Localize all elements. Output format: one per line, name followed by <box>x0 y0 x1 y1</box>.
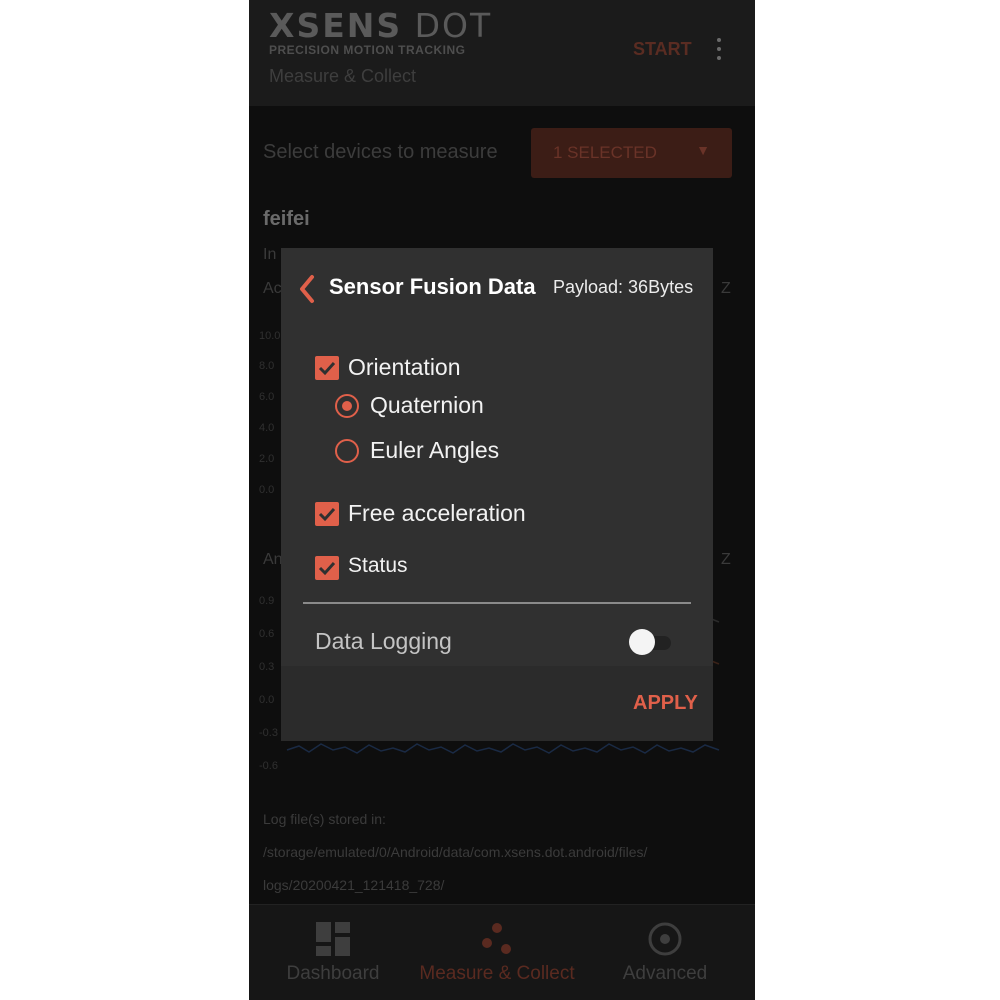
chart2-tick: 0.6 <box>259 628 275 640</box>
data-logging-label: Data Logging <box>315 628 452 654</box>
dialog-title: Sensor Fusion Data <box>329 274 536 299</box>
devices-dropdown[interactable]: 1 SELECTED ▼ <box>531 128 732 178</box>
chart2-title: An <box>263 551 283 568</box>
quaternion-radio[interactable] <box>335 394 359 418</box>
chart2-tick: 0.3 <box>259 661 275 673</box>
sensor-fusion-dialog: Sensor Fusion Data Payload: 36Bytes Orie… <box>281 248 713 741</box>
quaternion-label: Quaternion <box>370 392 484 418</box>
nav-measure-collect-label: Measure & Collect <box>419 963 575 984</box>
euler-angles-label: Euler Angles <box>370 437 500 463</box>
chart1-axis-z: Z <box>721 280 731 297</box>
chart1-tick: 4.0 <box>259 422 275 434</box>
orientation-checkbox[interactable] <box>315 356 339 380</box>
apply-button[interactable]: APPLY <box>633 692 698 715</box>
start-button[interactable]: START <box>633 39 692 60</box>
status-label: Status <box>348 554 408 577</box>
dialog-header: Sensor Fusion Data Payload: 36Bytes <box>281 248 713 328</box>
toggle-thumb <box>629 629 655 655</box>
more-vert-icon[interactable] <box>715 38 723 64</box>
payload-size: Payload: 36Bytes <box>553 277 694 297</box>
nav-dashboard-label: Dashboard <box>286 963 380 984</box>
chart1-tick: 6.0 <box>259 391 275 403</box>
chart2-tick: -0.6 <box>259 760 278 772</box>
select-devices-label: Select devices to measure <box>263 141 498 163</box>
device-name: feifei <box>263 208 310 230</box>
chart1-tick: 10.0 <box>259 330 281 342</box>
euler-angles-radio[interactable] <box>335 439 359 463</box>
triangle-down-icon: ▼ <box>696 142 710 158</box>
check-icon <box>318 361 336 376</box>
log-path-line1: /storage/emulated/0/Android/data/com.xse… <box>263 844 648 860</box>
nav-dashboard[interactable]: Dashboard <box>249 905 417 1000</box>
chart2-tick: 0.9 <box>259 595 275 607</box>
chart2-tick: 0.0 <box>259 694 275 706</box>
dashboard-icon <box>315 921 351 962</box>
chart2-tick: -0.3 <box>259 727 278 739</box>
log-path-line2: logs/20200421_121418_728/ <box>263 877 445 893</box>
nav-advanced-label: Advanced <box>622 963 708 984</box>
orientation-label: Orientation <box>348 354 461 380</box>
chart1-tick: 8.0 <box>259 360 275 372</box>
check-icon <box>318 561 336 576</box>
status-checkbox[interactable] <box>315 556 339 580</box>
chart2-axis-z: Z <box>721 551 731 568</box>
log-location-label: Log file(s) stored in: <box>263 811 386 827</box>
device-info-line: In <box>263 246 277 263</box>
chevron-left-icon[interactable] <box>295 273 319 305</box>
brand-logo: XSENS DOT <box>269 6 493 45</box>
bottom-navigation: Dashboard Measure & Collect Advanced <box>249 904 755 1000</box>
chart1-tick: 2.0 <box>259 453 275 465</box>
data-logging-toggle[interactable] <box>627 627 677 657</box>
measure-collect-icon <box>479 921 515 962</box>
advanced-icon <box>647 921 683 962</box>
chart1-tick: 0.0 <box>259 484 275 496</box>
dialog-divider <box>303 602 691 604</box>
nav-advanced[interactable]: Advanced <box>581 905 749 1000</box>
chart1-title: Ac <box>263 280 282 297</box>
check-icon <box>318 507 336 522</box>
brand-tagline: PRECISION MOTION TRACKING <box>269 43 466 57</box>
free-acceleration-checkbox[interactable] <box>315 502 339 526</box>
page-subtitle: Measure & Collect <box>269 66 417 86</box>
free-acceleration-label: Free acceleration <box>348 500 526 526</box>
devices-dropdown-value: 1 SELECTED <box>553 143 657 162</box>
nav-measure-collect[interactable]: Measure & Collect <box>413 905 581 1000</box>
app-bar: XSENS DOT PRECISION MOTION TRACKING Meas… <box>249 0 755 106</box>
